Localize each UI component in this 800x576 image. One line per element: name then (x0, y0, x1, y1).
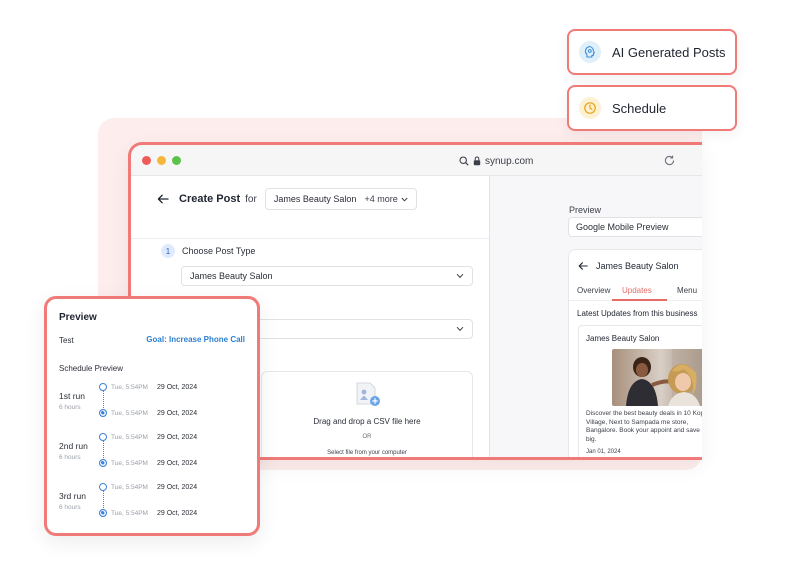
preview-pane: Preview Google Mobile Preview James Beau… (490, 176, 702, 457)
run-end-time: Tue, 5:54PM (111, 410, 148, 417)
for-label: for (245, 193, 257, 205)
post-description: Discover the best beauty deals in 10 Kop… (586, 410, 702, 443)
run-duration: 6 hours (59, 504, 81, 511)
test-label: Test (59, 336, 74, 345)
preview-type-value: Google Mobile Preview (576, 222, 669, 232)
update-post-card[interactable]: James Beauty Salon Discover the best bea… (578, 325, 702, 457)
arrow-left-icon[interactable] (578, 261, 588, 271)
ai-generated-posts-label: AI Generated Posts (612, 44, 726, 60)
updates-heading: Latest Updates from this business (577, 309, 698, 318)
page-title: Create Post (179, 193, 241, 205)
goal-link[interactable]: Goal: Increase Phone Call (146, 335, 245, 344)
reload-icon[interactable] (663, 154, 676, 167)
schedule-pill[interactable]: Schedule (567, 85, 737, 131)
post-business-name: James Beauty Salon (586, 334, 660, 343)
browser-titlebar: synup.com (131, 145, 702, 176)
window-minimize-dot[interactable] (157, 156, 166, 165)
timeline-end-node (99, 509, 107, 517)
run-end-date: 29 Oct, 2024 (157, 510, 198, 517)
schedule-label: Schedule (612, 100, 667, 116)
dropzone-title: Drag and drop a CSV file here (313, 417, 421, 426)
run-duration: 6 hours (59, 454, 81, 461)
step-choose-post-type: 1 Choose Post Type (161, 244, 255, 258)
window-close-dot[interactable] (142, 156, 151, 165)
preview-label: Preview (569, 205, 602, 215)
run-name: 1st run (59, 391, 85, 401)
address-bar[interactable]: synup.com (459, 153, 533, 169)
more-accounts-label: +4 more (364, 194, 398, 204)
step-label: Choose Post Type (182, 246, 256, 256)
post-date: Jan 01, 2024 (586, 449, 621, 455)
run-end-date: 29 Oct, 2024 (157, 460, 198, 467)
preview-type-select[interactable]: Google Mobile Preview (568, 217, 702, 237)
run-name: 3rd run (59, 491, 86, 501)
run-start-time: Tue, 5:54PM (111, 434, 148, 441)
business-header: James Beauty Salon (578, 261, 679, 271)
stage: synup.com Create Post for James Beauty S… (0, 0, 800, 576)
chevron-down-icon (456, 273, 464, 279)
run-start-time: Tue, 5:54PM (111, 384, 148, 391)
run-start-time: Tue, 5:54PM (111, 484, 148, 491)
schedule-preview-card: Preview Test Goal: Increase Phone Call S… (44, 296, 260, 536)
dropzone-or: OR (362, 434, 372, 440)
tab-menu[interactable]: Menu (677, 286, 697, 295)
post-type-select[interactable]: James Beauty Salon (181, 266, 473, 286)
preview-card-title: Preview (59, 312, 97, 323)
salon-photo (612, 349, 702, 406)
csv-upload-icon (356, 382, 380, 406)
business-tabs: Overview Updates Menu (569, 283, 702, 301)
business-name: James Beauty Salon (596, 261, 679, 271)
run-name: 2nd run (59, 441, 88, 451)
header-divider (131, 238, 489, 239)
arrow-left-icon[interactable] (157, 193, 169, 205)
account-name: James Beauty Salon (273, 194, 357, 204)
lock-icon (473, 156, 481, 166)
run-start-date: 29 Oct, 2024 (157, 384, 198, 391)
csv-dropzone[interactable]: Drag and drop a CSV file here OR Select … (261, 371, 473, 457)
search-icon (459, 156, 469, 166)
account-selector[interactable]: James Beauty Salon +4 more (264, 188, 417, 210)
active-tab-indicator (612, 299, 667, 301)
select-file-link[interactable]: Select file from your computer (262, 450, 472, 456)
ai-generated-posts-pill[interactable]: AI Generated Posts (567, 29, 737, 75)
timeline-start-node (99, 433, 107, 441)
timeline-end-node (99, 459, 107, 467)
post-type-value: James Beauty Salon (190, 271, 273, 281)
timeline-start-node (99, 383, 107, 391)
clock-icon (579, 97, 601, 119)
run-start-date: 29 Oct, 2024 (157, 434, 198, 441)
timeline-start-node (99, 483, 107, 491)
tab-overview[interactable]: Overview (577, 286, 610, 295)
step-number-badge: 1 (161, 244, 175, 258)
more-accounts[interactable]: +4 more (365, 194, 408, 204)
chevron-down-icon (456, 326, 464, 332)
run-end-time: Tue, 5:54PM (111, 460, 148, 467)
run-duration: 6 hours (59, 404, 81, 411)
create-post-header: Create Post for James Beauty Salon +4 mo… (157, 188, 417, 210)
timeline-end-node (99, 409, 107, 417)
run-end-time: Tue, 5:54PM (111, 510, 148, 517)
window-maximize-dot[interactable] (172, 156, 181, 165)
schedule-preview-label: Schedule Preview (59, 364, 124, 373)
tab-updates[interactable]: Updates (622, 286, 652, 295)
mobile-preview: James Beauty Salon Overview Updates Menu… (568, 249, 702, 457)
chevron-down-icon (401, 197, 408, 202)
ai-brain-icon (579, 41, 601, 63)
url-text: synup.com (485, 155, 534, 167)
run-start-date: 29 Oct, 2024 (157, 484, 198, 491)
run-end-date: 29 Oct, 2024 (157, 410, 198, 417)
